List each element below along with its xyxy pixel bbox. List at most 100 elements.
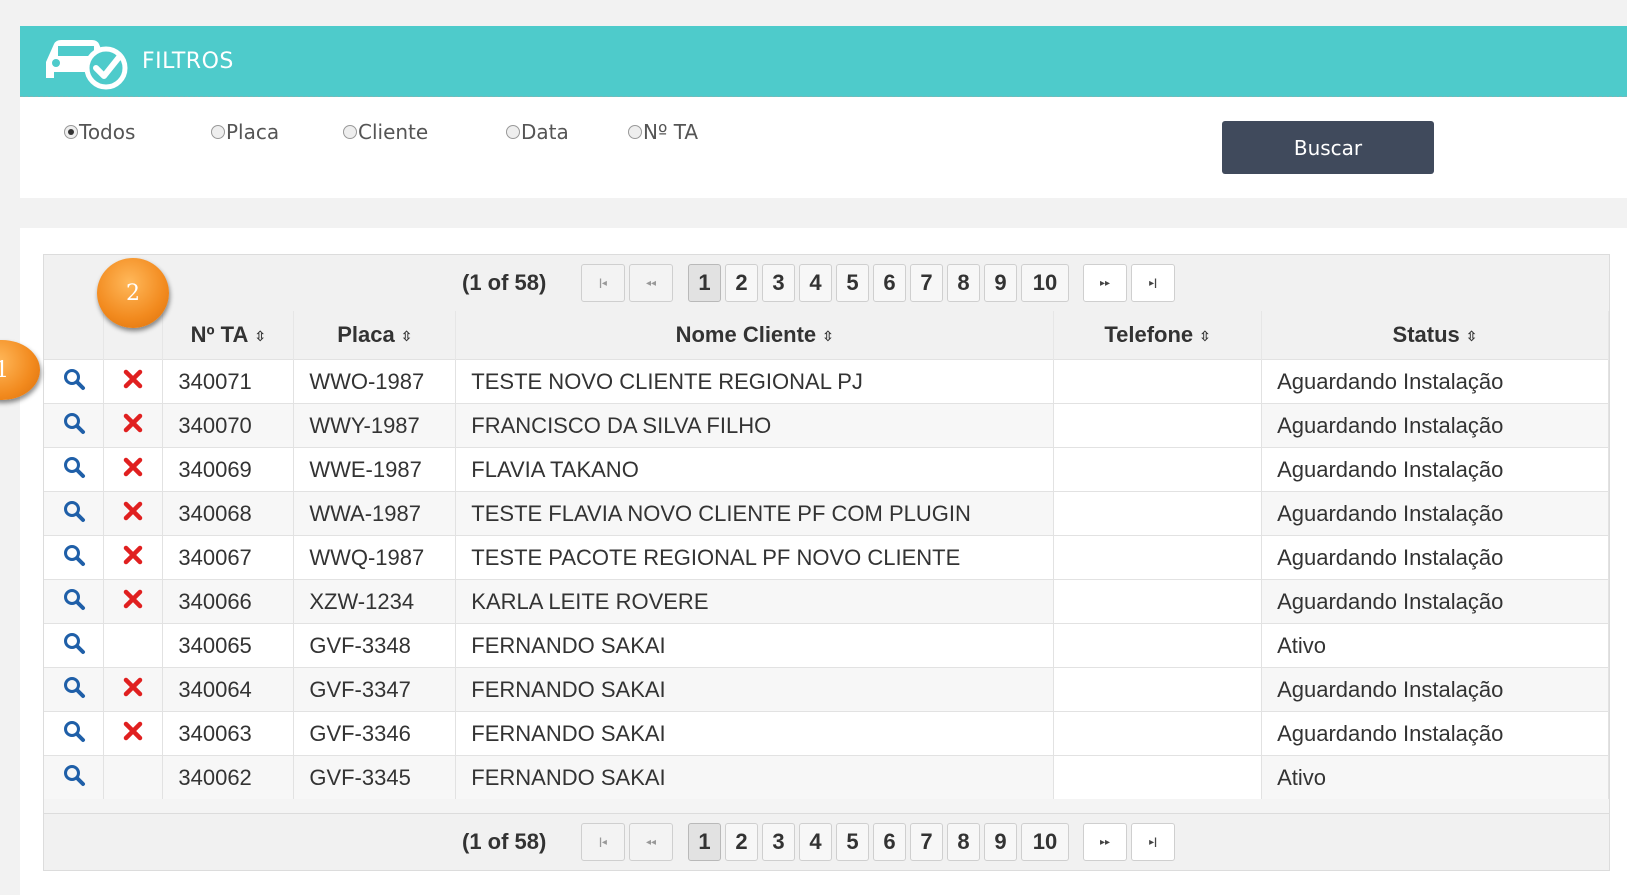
- search-icon[interactable]: [62, 499, 86, 523]
- last-page-button[interactable]: ▸|: [1131, 823, 1175, 861]
- cell-nome-cliente: FERNANDO SAKAI: [455, 667, 1055, 712]
- delete-x-icon[interactable]: [122, 544, 144, 566]
- view-cell: [44, 755, 105, 799]
- radio-dot[interactable]: [343, 125, 357, 139]
- cell-telefone: [1053, 711, 1263, 756]
- paginator-bottom: (1 of 58) |◂ ◂◂ 1 2 3 4 5 6 7 8 9 10 ▸▸ …: [44, 813, 1609, 870]
- page-8-button[interactable]: 8: [947, 264, 980, 302]
- page-9-button[interactable]: 9: [984, 264, 1017, 302]
- results-table: Nº TA ⇳ Placa ⇳ Nome Cliente ⇳ Telefone ⇳ St…: [44, 311, 1609, 799]
- table-row[interactable]: 340062 GVF-3345 FERNANDO SAKAI Ativo: [44, 755, 1609, 799]
- cell-status: Aguardando Instalação: [1261, 403, 1609, 448]
- cell-telefone: [1053, 623, 1263, 668]
- table-row[interactable]: 340063 GVF-3346 FERNANDO SAKAI Aguardando I…: [44, 711, 1609, 756]
- page-10-button[interactable]: 10: [1021, 264, 1069, 302]
- cell-nta: 340070: [162, 403, 295, 448]
- next-page-button[interactable]: ▸▸: [1083, 823, 1127, 861]
- last-page-button[interactable]: ▸|: [1131, 264, 1175, 302]
- col-header-nta[interactable]: Nº TA ⇳: [162, 311, 295, 360]
- radio-nta[interactable]: Nº TA: [628, 120, 698, 144]
- cell-nta: 340066: [162, 579, 295, 624]
- page-6-button[interactable]: 6: [873, 264, 906, 302]
- cell-nta: 340065: [162, 623, 295, 668]
- next-page-button[interactable]: ▸▸: [1083, 264, 1127, 302]
- view-cell: [44, 535, 105, 580]
- delete-x-icon[interactable]: [122, 720, 144, 742]
- page-report: (1 of 58): [462, 270, 547, 295]
- page-7-button[interactable]: 7: [910, 823, 943, 861]
- page-8-button[interactable]: 8: [947, 823, 980, 861]
- sort-icon: ⇳: [822, 327, 834, 344]
- search-icon[interactable]: [62, 543, 86, 567]
- page-3-button[interactable]: 3: [762, 823, 795, 861]
- page-5-button[interactable]: 5: [836, 823, 869, 861]
- first-page-button[interactable]: |◂: [581, 264, 625, 302]
- delete-x-icon[interactable]: [122, 588, 144, 610]
- prev-page-button[interactable]: ◂◂: [629, 264, 673, 302]
- page-5-button[interactable]: 5: [836, 264, 869, 302]
- search-icon[interactable]: [62, 675, 86, 699]
- search-icon[interactable]: [62, 763, 86, 787]
- table-row[interactable]: 340069 WWE-1987 FLAVIA TAKANO Aguardando In…: [44, 447, 1609, 492]
- cell-telefone: [1053, 667, 1263, 712]
- col-header-status[interactable]: Status ⇳: [1261, 311, 1609, 360]
- delete-x-icon[interactable]: [122, 676, 144, 698]
- buscar-button[interactable]: Buscar: [1222, 121, 1434, 174]
- col-header-telefone[interactable]: Telefone ⇳: [1053, 311, 1263, 360]
- radio-cliente[interactable]: Cliente: [343, 120, 428, 144]
- table-row[interactable]: 340070 WWY-1987 FRANCISCO DA SILVA FILHO Ag…: [44, 403, 1609, 448]
- delete-x-icon[interactable]: [122, 456, 144, 478]
- radio-placa[interactable]: Placa: [211, 120, 279, 144]
- page-4-button[interactable]: 4: [799, 823, 832, 861]
- cell-nta: 340063: [162, 711, 295, 756]
- search-icon[interactable]: [62, 367, 86, 391]
- col-header-placa[interactable]: Placa ⇳: [293, 311, 457, 360]
- table-row[interactable]: 340067 WWQ-1987 TESTE PACOTE REGIONAL PF N…: [44, 535, 1609, 580]
- sort-icon: ⇳: [1465, 327, 1478, 344]
- radio-data[interactable]: Data: [506, 120, 569, 144]
- page-7-button[interactable]: 7: [910, 264, 943, 302]
- radio-dot[interactable]: [506, 125, 520, 139]
- page-9-button[interactable]: 9: [984, 823, 1017, 861]
- radio-dot[interactable]: [628, 125, 642, 139]
- table-row[interactable]: 340068 WWA-1987 TESTE FLAVIA NOVO CLIENTE …: [44, 491, 1609, 536]
- search-icon[interactable]: [62, 631, 86, 655]
- table-header-row: Nº TA ⇳ Placa ⇳ Nome Cliente ⇳ Telefone ⇳ St…: [44, 311, 1609, 360]
- col-header-label: Nº TA: [190, 322, 249, 347]
- col-header-nome-cliente[interactable]: Nome Cliente ⇳: [455, 311, 1055, 360]
- search-icon[interactable]: [62, 719, 86, 743]
- page-1-button[interactable]: 1: [688, 823, 721, 861]
- page-2-button[interactable]: 2: [725, 264, 758, 302]
- page-3-button[interactable]: 3: [762, 264, 795, 302]
- page-6-button[interactable]: 6: [873, 823, 906, 861]
- cell-nome-cliente: FLAVIA TAKANO: [455, 447, 1055, 492]
- table-row[interactable]: 340065 GVF-3348 FERNANDO SAKAI Ativo: [44, 623, 1609, 668]
- cell-placa: GVF-3346: [293, 711, 457, 756]
- search-icon[interactable]: [62, 455, 86, 479]
- radio-dot[interactable]: [64, 125, 78, 139]
- sort-icon: ⇳: [400, 327, 413, 344]
- table-row[interactable]: 340071 WWO-1987 TESTE NOVO CLIENTE REGIONA…: [44, 359, 1609, 404]
- delete-x-icon[interactable]: [122, 368, 144, 390]
- search-icon[interactable]: [62, 587, 86, 611]
- cell-telefone: [1053, 535, 1263, 580]
- view-cell: [44, 711, 105, 756]
- cell-telefone: [1053, 491, 1263, 536]
- delete-x-icon[interactable]: [122, 500, 144, 522]
- page-4-button[interactable]: 4: [799, 264, 832, 302]
- cell-nta: 340068: [162, 491, 295, 536]
- filters-title: FILTROS: [142, 48, 234, 74]
- page-10-button[interactable]: 10: [1021, 823, 1069, 861]
- table-row[interactable]: 340066 XZW-1234 KARLA LEITE ROVERE Aguardan…: [44, 579, 1609, 624]
- first-page-button[interactable]: |◂: [581, 823, 625, 861]
- search-icon[interactable]: [62, 411, 86, 435]
- radio-dot[interactable]: [211, 125, 225, 139]
- table-body: 340071 WWO-1987 TESTE NOVO CLIENTE REGIONA…: [44, 359, 1609, 799]
- delete-x-icon[interactable]: [122, 412, 144, 434]
- page-2-button[interactable]: 2: [725, 823, 758, 861]
- prev-page-button[interactable]: ◂◂: [629, 823, 673, 861]
- radio-todos[interactable]: Todos: [64, 120, 135, 144]
- table-row[interactable]: 340064 GVF-3347 FERNANDO SAKAI Aguardando I…: [44, 667, 1609, 712]
- page-1-button[interactable]: 1: [688, 264, 721, 302]
- car-check-icon: [46, 40, 128, 90]
